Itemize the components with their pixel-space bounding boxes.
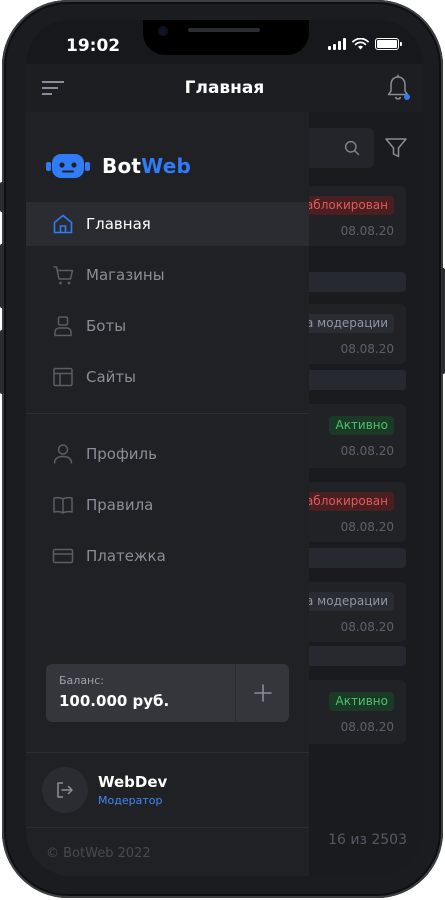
mute-switch — [0, 182, 4, 212]
balance-label: Баланс: — [59, 674, 105, 687]
nav-label: Правила — [86, 496, 154, 514]
card-icon — [52, 548, 74, 564]
nav-item-payments[interactable]: Платежка — [26, 534, 309, 578]
item-date: 08.08.20 — [340, 720, 394, 734]
list-item-footer — [294, 272, 406, 292]
nav-item-rules[interactable]: Правила — [26, 483, 309, 527]
add-funds-button[interactable] — [235, 664, 289, 722]
list-item[interactable]: На модерации 08.08.20 — [290, 304, 406, 364]
nav-divider — [26, 413, 309, 414]
drawer-nav: Главная Магазины Боты Сайты Профиль Прав… — [26, 202, 309, 585]
list-item[interactable]: Активно 08.08.20 — [294, 404, 406, 468]
battery-icon — [375, 38, 402, 50]
status-time: 19:02 — [66, 36, 121, 56]
notch — [143, 20, 309, 55]
cellular-signal-icon — [328, 38, 346, 50]
user-role: Модератор — [98, 794, 163, 807]
logout-icon — [57, 782, 73, 798]
nav-label: Боты — [86, 317, 127, 335]
list-item[interactable]: Заблокирован 08.08.20 — [292, 482, 406, 542]
list-item[interactable]: Заблокирован 08.08.20 — [292, 186, 406, 246]
robot-logo-icon — [46, 154, 90, 178]
list-item-footer — [294, 548, 406, 568]
power-button — [441, 268, 445, 374]
user-icon — [53, 444, 73, 464]
brand-logo[interactable]: BotWeb — [46, 152, 191, 180]
volume-down-button — [0, 330, 4, 394]
home-icon — [53, 214, 73, 234]
item-date: 08.08.20 — [340, 444, 394, 458]
wifi-icon — [352, 38, 369, 50]
plus-icon — [253, 684, 272, 702]
item-date: 08.08.20 — [340, 520, 394, 534]
pagination-info: 16 из 2503 — [328, 832, 407, 848]
bot-icon — [54, 316, 72, 337]
search-icon[interactable] — [344, 140, 360, 156]
nav-item-sites[interactable]: Сайты — [26, 355, 309, 399]
notification-dot — [404, 94, 410, 100]
brand-name-accent: Web — [141, 154, 191, 178]
nav-label: Профиль — [86, 445, 157, 463]
user-name: WebDev — [98, 773, 168, 791]
nav-label: Платежка — [86, 547, 166, 565]
status-badge: Активно — [329, 416, 394, 435]
nav-item-bots[interactable]: Боты — [26, 304, 309, 348]
nav-label: Магазины — [86, 266, 165, 284]
book-icon — [53, 496, 73, 514]
page-title: Главная — [184, 78, 265, 98]
logout-button[interactable] — [42, 767, 88, 813]
status-badge: Активно — [329, 692, 394, 711]
phone-frame: 19:02 Главная Заблокирован 08.08.20 На м… — [0, 0, 445, 898]
balance-card: Баланс: 100.000 руб. — [46, 664, 289, 722]
item-date: 08.08.20 — [340, 342, 394, 356]
list-item[interactable]: Активно 08.08.20 — [294, 680, 406, 744]
item-date: 08.08.20 — [340, 620, 394, 634]
filter-icon[interactable] — [384, 137, 408, 159]
cart-icon — [53, 266, 74, 285]
nav-item-profile[interactable]: Профиль — [26, 432, 309, 476]
nav-item-home[interactable]: Главная — [26, 202, 309, 246]
user-block: WebDev Модератор — [26, 752, 309, 828]
list-item-footer — [294, 370, 406, 390]
screen: 19:02 Главная Заблокирован 08.08.20 На м… — [26, 20, 423, 876]
layout-icon — [53, 367, 73, 387]
speaker — [188, 28, 260, 32]
nav-label: Сайты — [86, 368, 136, 386]
brand-name: BotWeb — [102, 154, 191, 178]
item-date: 08.08.20 — [340, 224, 394, 238]
list-item-footer — [294, 646, 406, 666]
side-drawer: BotWeb Главная Магазины Боты Сайты Профи… — [26, 112, 309, 876]
copyright: © BotWeb 2022 — [46, 846, 151, 861]
nav-item-shops[interactable]: Магазины — [26, 253, 309, 297]
list-item[interactable]: На модерации 08.08.20 — [290, 582, 406, 642]
nav-label: Главная — [86, 215, 151, 233]
brand-name-main: Bot — [102, 154, 142, 178]
notifications-bell-icon[interactable] — [385, 74, 411, 102]
status-icons — [328, 38, 402, 50]
camera-icon — [158, 26, 168, 36]
volume-up-button — [0, 244, 4, 308]
balance-value: 100.000 руб. — [59, 692, 170, 710]
app-header: Главная — [26, 64, 423, 112]
